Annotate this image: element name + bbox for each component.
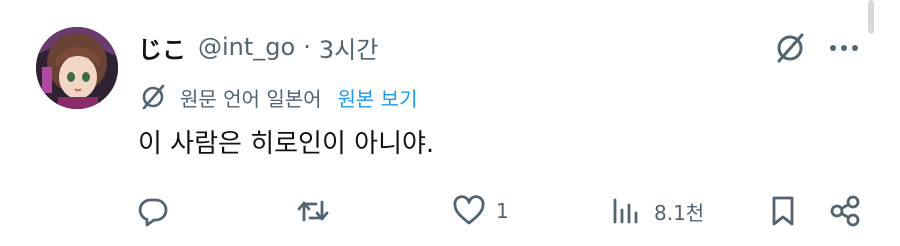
separator-dot: ·: [303, 33, 311, 61]
retweet-button[interactable]: [296, 191, 330, 231]
views-button[interactable]: 8.1천: [610, 191, 704, 231]
tweet-header: じこ @int_go · 3시간: [138, 27, 378, 67]
like-button[interactable]: 1: [452, 191, 509, 231]
avatar[interactable]: [36, 27, 118, 109]
views-icon: [613, 198, 638, 224]
bookmark-button[interactable]: [766, 191, 800, 231]
bookmark-icon: [772, 196, 794, 226]
tweet-text: 이 사람은 히로인이 아니야.: [138, 129, 435, 159]
original-language-label: 원문 언어 일본어: [180, 86, 322, 111]
reply-icon: [138, 198, 168, 227]
translation-notice: 원문 언어 일본어 원본 보기: [138, 80, 417, 114]
scrollbar[interactable]: [868, 0, 874, 34]
more-icon[interactable]: [826, 32, 862, 64]
like-count: 1: [496, 199, 509, 223]
view-count: 8.1천: [654, 200, 705, 225]
share-icon: [830, 195, 860, 227]
share-button[interactable]: [828, 191, 862, 231]
heart-icon: [453, 195, 485, 225]
display-name[interactable]: じこ: [138, 30, 186, 65]
tweet[interactable]: じこ @int_go · 3시간 원문 언어 일본어 원본 보기 이 사람은 히…: [0, 0, 900, 246]
action-bar: 1 8.1천: [0, 191, 900, 231]
translate-icon: [142, 84, 165, 110]
view-original-link[interactable]: 원본 보기: [338, 83, 418, 112]
timestamp[interactable]: 3시간: [319, 30, 378, 65]
translate-icon[interactable]: [772, 30, 808, 66]
reply-button[interactable]: [136, 191, 170, 231]
user-handle[interactable]: @int_go: [198, 33, 295, 61]
retweet-icon: [297, 200, 329, 222]
